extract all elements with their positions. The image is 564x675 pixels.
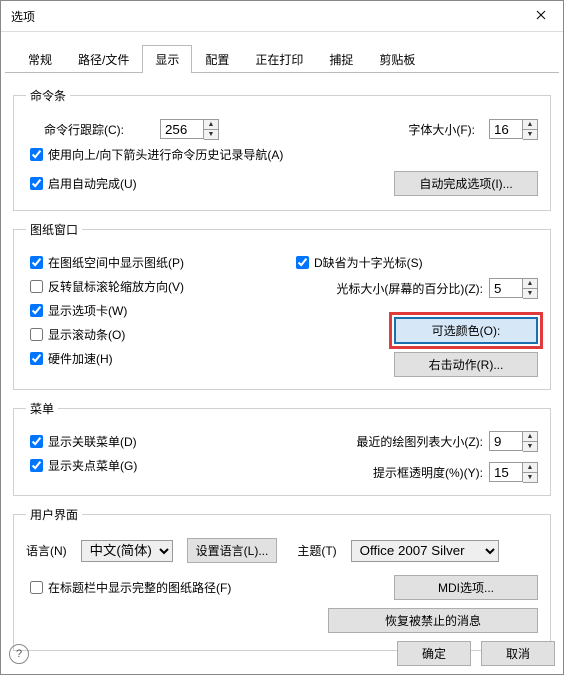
mdi-options-button[interactable]: MDI选项... bbox=[394, 575, 538, 600]
autocomplete-checkbox[interactable] bbox=[30, 177, 43, 190]
group-ui-legend: 用户界面 bbox=[26, 506, 82, 523]
autocomplete-label: 启用自动完成(U) bbox=[48, 175, 137, 192]
show-context-label: 显示关联菜单(D) bbox=[48, 433, 137, 450]
chevron-up-icon: ▲ bbox=[523, 120, 537, 130]
autocomplete-options-button[interactable]: 自动完成选项(I)... bbox=[394, 171, 538, 196]
chevron-down-icon: ▼ bbox=[204, 130, 218, 139]
hwaccel-checkbox[interactable] bbox=[30, 352, 43, 365]
recent-list-label: 最近的绘图列表大小(Z): bbox=[356, 433, 483, 450]
font-size-input[interactable] bbox=[489, 119, 523, 139]
fullpath-label: 在标题栏中显示完整的图纸路径(F) bbox=[48, 579, 231, 596]
tooltip-opacity-label: 提示框透明度(%)(Y): bbox=[373, 464, 483, 481]
group-drawing-window: 图纸窗口 在图纸空间中显示图纸(P) 反转鼠标滚轮缩放方向(V) 显示选项卡(W… bbox=[13, 221, 551, 390]
chevron-up-icon: ▲ bbox=[523, 463, 537, 473]
group-ui: 用户界面 语言(N) 中文(简体) 设置语言(L)... 主题(T) Offic… bbox=[13, 506, 551, 651]
hwaccel-label: 硬件加速(H) bbox=[48, 350, 113, 367]
help-button[interactable]: ? bbox=[9, 644, 29, 664]
use-arrows-label: 使用向上/向下箭头进行命令历史记录导航(A) bbox=[48, 146, 283, 163]
font-size-spinner[interactable]: ▲▼ bbox=[523, 119, 538, 140]
crosshair-label: D缺省为十字光标(S) bbox=[314, 254, 423, 271]
set-language-button[interactable]: 设置语言(L)... bbox=[187, 538, 278, 563]
language-select[interactable]: 中文(简体) bbox=[81, 540, 173, 562]
right-click-action-button[interactable]: 右击动作(R)... bbox=[394, 352, 538, 377]
tab-printing[interactable]: 正在打印 bbox=[242, 45, 316, 73]
show-context-checkbox[interactable] bbox=[30, 435, 43, 448]
help-icon: ? bbox=[16, 648, 22, 660]
autocomplete-check[interactable]: 启用自动完成(U) bbox=[26, 174, 137, 193]
reverse-wheel-label: 反转鼠标滚轮缩放方向(V) bbox=[48, 278, 184, 295]
close-icon bbox=[536, 9, 546, 23]
cursor-size-spinner[interactable]: ▲▼ bbox=[523, 278, 538, 299]
cmdline-track-spinner[interactable]: ▲▼ bbox=[204, 119, 219, 140]
group-command-bar-legend: 命令条 bbox=[26, 87, 70, 104]
chevron-down-icon: ▼ bbox=[523, 473, 537, 482]
show-sheets-check[interactable]: 在图纸空间中显示图纸(P) bbox=[26, 253, 272, 272]
show-tabs-checkbox[interactable] bbox=[30, 304, 43, 317]
theme-select[interactable]: Office 2007 Silver bbox=[351, 540, 499, 562]
group-menu-legend: 菜单 bbox=[26, 400, 58, 417]
chevron-down-icon: ▼ bbox=[523, 130, 537, 139]
show-grip-label: 显示夹点菜单(G) bbox=[48, 457, 137, 474]
tab-bar: 常规 路径/文件 显示 配置 正在打印 捕捉 剪贴板 bbox=[5, 38, 559, 73]
crosshair-check[interactable]: D缺省为十字光标(S) bbox=[292, 253, 538, 272]
tooltip-opacity-input[interactable] bbox=[489, 462, 523, 482]
use-arrows-checkbox[interactable] bbox=[30, 148, 43, 161]
theme-label: 主题(T) bbox=[297, 542, 336, 559]
chevron-up-icon: ▲ bbox=[204, 120, 218, 130]
show-context-check[interactable]: 显示关联菜单(D) bbox=[26, 432, 272, 451]
cursor-size-input[interactable] bbox=[489, 278, 523, 298]
reverse-wheel-checkbox[interactable] bbox=[30, 280, 43, 293]
show-grip-checkbox[interactable] bbox=[30, 459, 43, 472]
tab-general[interactable]: 常规 bbox=[15, 45, 65, 73]
language-label: 语言(N) bbox=[26, 542, 67, 559]
cursor-size-label: 光标大小(屏幕的百分比)(Z): bbox=[336, 280, 483, 297]
tab-paths[interactable]: 路径/文件 bbox=[65, 45, 142, 73]
selectable-colors-button[interactable]: 可选颜色(O): bbox=[394, 317, 538, 344]
crosshair-checkbox[interactable] bbox=[296, 256, 309, 269]
use-arrows-check[interactable]: 使用向上/向下箭头进行命令历史记录导航(A) bbox=[26, 145, 538, 164]
tab-clipboard[interactable]: 剪贴板 bbox=[366, 45, 428, 73]
show-scroll-checkbox[interactable] bbox=[30, 328, 43, 341]
close-button[interactable] bbox=[519, 1, 563, 31]
reverse-wheel-check[interactable]: 反转鼠标滚轮缩放方向(V) bbox=[26, 277, 272, 296]
show-tabs-label: 显示选项卡(W) bbox=[48, 302, 127, 319]
fullpath-checkbox[interactable] bbox=[30, 581, 43, 594]
chevron-down-icon: ▼ bbox=[523, 442, 537, 451]
recent-list-spinner[interactable]: ▲▼ bbox=[523, 431, 538, 452]
tooltip-opacity-spinner[interactable]: ▲▼ bbox=[523, 462, 538, 483]
tab-display[interactable]: 显示 bbox=[142, 45, 192, 73]
fullpath-check[interactable]: 在标题栏中显示完整的图纸路径(F) bbox=[26, 578, 231, 597]
chevron-down-icon: ▼ bbox=[523, 289, 537, 298]
show-tabs-check[interactable]: 显示选项卡(W) bbox=[26, 301, 272, 320]
tab-config[interactable]: 配置 bbox=[192, 45, 242, 73]
chevron-up-icon: ▲ bbox=[523, 279, 537, 289]
cmdline-track-input[interactable] bbox=[160, 119, 204, 139]
group-menu: 菜单 显示关联菜单(D) 显示夹点菜单(G) 最近的绘图列表大小(Z): ▲▼ … bbox=[13, 400, 551, 496]
show-grip-check[interactable]: 显示夹点菜单(G) bbox=[26, 456, 272, 475]
tab-snap[interactable]: 捕捉 bbox=[316, 45, 366, 73]
chevron-up-icon: ▲ bbox=[523, 432, 537, 442]
group-drawing-window-legend: 图纸窗口 bbox=[26, 221, 82, 238]
restore-suppressed-button[interactable]: 恢复被禁止的消息 bbox=[328, 608, 538, 633]
ok-button[interactable]: 确定 bbox=[397, 641, 471, 666]
show-sheets-label: 在图纸空间中显示图纸(P) bbox=[48, 254, 184, 271]
group-command-bar: 命令条 命令行跟踪(C): ▲▼ 字体大小(F): ▲▼ 使 bbox=[13, 87, 551, 211]
cmdline-track-label: 命令行跟踪(C): bbox=[44, 121, 124, 138]
show-scroll-check[interactable]: 显示滚动条(O) bbox=[26, 325, 272, 344]
window-title: 选项 bbox=[11, 8, 35, 25]
show-sheets-checkbox[interactable] bbox=[30, 256, 43, 269]
font-size-label: 字体大小(F): bbox=[408, 121, 475, 138]
recent-list-input[interactable] bbox=[489, 431, 523, 451]
show-scroll-label: 显示滚动条(O) bbox=[48, 326, 125, 343]
hwaccel-check[interactable]: 硬件加速(H) bbox=[26, 349, 272, 368]
cancel-button[interactable]: 取消 bbox=[481, 641, 555, 666]
